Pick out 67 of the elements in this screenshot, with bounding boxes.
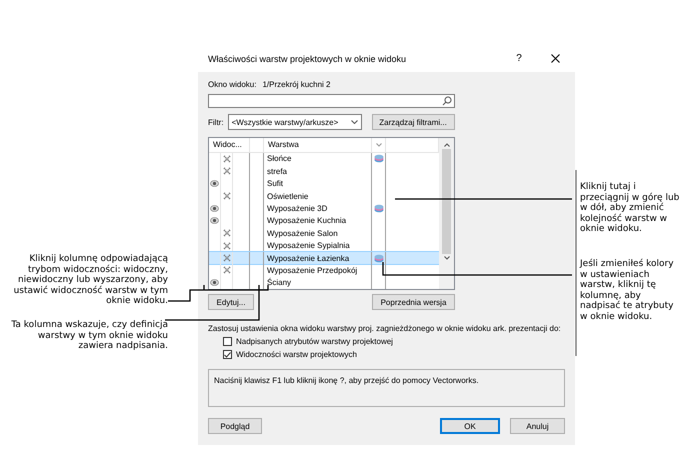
- layers-icon: [374, 204, 384, 214]
- viewport-name: 1/Przekrój kuchni 2: [262, 80, 330, 89]
- help-button[interactable]: ?: [501, 45, 537, 72]
- callout-text: Jeśli zmieniłeś kolory w ustawieniach warstw, kliknij tę kolumnę, aby nadpisać te atrybuty w oknie widoku.: [580, 259, 675, 322]
- cancel-button[interactable]: Anuluj: [510, 418, 565, 434]
- search-field[interactable]: [208, 94, 455, 108]
- chevron-down-icon: [444, 256, 450, 260]
- manage-filters-button[interactable]: Zarządzaj filtrami...: [372, 114, 455, 130]
- column-header[interactable]: Widoc...: [209, 138, 250, 152]
- revert-button[interactable]: Poprzednia wersja: [372, 294, 455, 310]
- chevron-up-icon: [444, 143, 450, 147]
- checkbox-label: Widoczności warstw projektowych: [236, 350, 357, 359]
- layer-name: Słońce: [264, 152, 372, 166]
- layer-row[interactable]: Wyposażenie Kuchnia: [209, 214, 439, 228]
- check-icon: [224, 352, 231, 358]
- edit-button[interactable]: Edytuj...: [208, 294, 254, 310]
- checkbox-label: Nadpisanych atrybutów warstwy projektowej: [236, 337, 393, 346]
- layer-name: Oświetlenie: [264, 190, 372, 202]
- scrollbar[interactable]: [439, 138, 454, 289]
- cross-icon: [222, 192, 230, 200]
- checkbox[interactable]: [223, 337, 232, 346]
- layer-row[interactable]: Wyposażenie 3D: [209, 202, 439, 215]
- layer-row[interactable]: Sufit: [209, 178, 439, 190]
- preview-button[interactable]: Podgląd: [208, 418, 262, 434]
- layers-icon: [374, 154, 384, 164]
- eye-icon: [210, 205, 219, 212]
- apply-text: Zastosuj ustawienia okna widoku warstwy proj. zagnieżdżonego w oknie widoku ark. prezentacji do:: [208, 324, 562, 333]
- cross-icon: [222, 167, 230, 176]
- ok-button[interactable]: OK: [440, 418, 500, 434]
- layer-name: Wyposażenie Łazienka: [264, 252, 372, 264]
- layer-name: strefa: [264, 165, 372, 178]
- close-icon: [550, 54, 560, 63]
- layers-icon: [374, 254, 384, 263]
- layer-row[interactable]: Oświetlenie: [209, 190, 439, 202]
- column-header[interactable]: Warstwa: [264, 138, 372, 152]
- eye-icon: [210, 217, 219, 224]
- layer-row[interactable]: Słońce: [209, 152, 439, 166]
- viewport-label: Okno widoku:: [208, 80, 256, 89]
- chevron-down-icon: [350, 120, 358, 124]
- callout-text: Kliknij kolumnę odpowiadającą trybom widoczności: widoczny, niewidoczny lub wyszarzony, aby ustawić widoczność warstw w tym oknie widoku.: [12, 254, 168, 306]
- cross-icon: [222, 266, 230, 274]
- callout-text: Ta kolumna wskazuje, czy definicja warstwy w tym oknie widoku zawiera nadpisania.: [10, 320, 168, 352]
- layer-row[interactable]: Wyposażenie Przedpokój: [209, 264, 439, 277]
- layer-name: Wyposażenie 3D: [264, 202, 372, 215]
- search-icon: [442, 96, 452, 106]
- layer-name: Wyposażenie Kuchnia: [264, 214, 372, 228]
- layer-row[interactable]: Wyposażenie Salon: [209, 227, 439, 240]
- cross-icon: [222, 242, 230, 250]
- cross-icon: [222, 254, 230, 262]
- layer-row[interactable]: Ściany: [209, 276, 439, 289]
- layer-name: Wyposażenie Salon: [264, 227, 372, 240]
- layer-name: Wyposażenie Przedpokój: [264, 264, 372, 277]
- help-text: Naciśnij klawisz F1 lub kliknij ikonę ?, aby przejść do pomocy Vectorworks.: [214, 376, 479, 385]
- checkbox[interactable]: [223, 350, 232, 359]
- layer-name: Sufit: [264, 178, 372, 190]
- filter-dropdown[interactable]: <Wszystkie warstwy/arkusze>: [228, 114, 362, 130]
- cross-icon: [222, 154, 230, 163]
- layer-name: Ściany: [264, 276, 372, 289]
- layer-row[interactable]: Wyposażenie Łazienka: [209, 252, 439, 264]
- filter-label: Filtr:: [208, 118, 224, 126]
- window-title: Właściwości warstw projektowych w oknie widoku: [208, 54, 408, 64]
- eye-icon: [210, 180, 219, 188]
- callout-text: Kliknij tutaj i przeciągnij w górę lub w dół, aby zmienić kolejność warstw w oknie widoku.: [580, 182, 680, 234]
- layer-row[interactable]: strefa: [209, 165, 439, 178]
- eye-icon: [210, 279, 219, 286]
- chevron-down-icon: [376, 142, 382, 147]
- cross-icon: [222, 229, 230, 238]
